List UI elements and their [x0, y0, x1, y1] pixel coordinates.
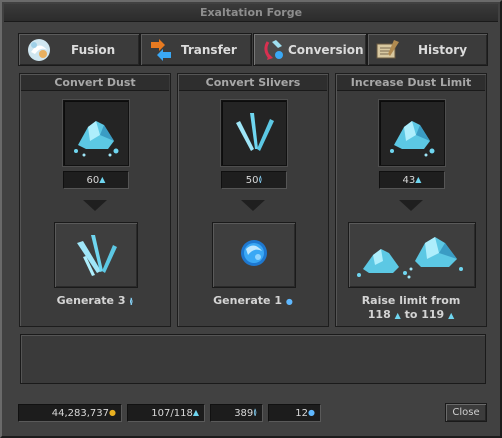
- limit-from-value: 118: [367, 308, 391, 321]
- dust-input-slot[interactable]: [63, 100, 129, 166]
- increase-limit-panel: Increase Dust Limit 43▲ Raise limit from…: [335, 73, 487, 327]
- down-arrow-icon: [83, 200, 107, 211]
- sliver-value: 389: [234, 408, 254, 419]
- limit-to-word: to: [404, 308, 418, 321]
- tab-conversion-label: Conversion: [288, 43, 364, 57]
- sliver-output-slot: [54, 222, 138, 288]
- gold-coin-icon: ●: [109, 408, 116, 417]
- increase-limit-line2: 118 ▲ to 119 ▲: [336, 308, 486, 321]
- core-counter: 12●: [268, 404, 321, 422]
- tab-transfer-label: Transfer: [181, 43, 237, 57]
- sliver-icon: [77, 235, 117, 276]
- convert-slivers-action-text: Generate 1: [213, 294, 282, 307]
- transfer-icon: [151, 39, 171, 61]
- limit-cost-box: 43▲: [379, 171, 445, 189]
- dust-cost-value: 60: [86, 175, 100, 186]
- dust-icon: ▲: [415, 175, 422, 184]
- core-icon: [241, 240, 267, 266]
- convert-dust-title: Convert Dust: [21, 75, 169, 91]
- dust-icon: ▲: [192, 408, 199, 417]
- sliver-icon: [236, 113, 274, 151]
- dust-icon: ▲: [99, 175, 106, 184]
- sliver-icon: ≬: [258, 175, 263, 184]
- tab-history[interactable]: History: [367, 33, 488, 66]
- tab-fusion[interactable]: Fusion: [18, 33, 140, 66]
- convert-dust-action-text: Generate 3: [56, 294, 126, 307]
- gold-value: 44,283,737: [51, 408, 110, 419]
- dust-cost-box: 60▲: [63, 171, 129, 189]
- dust-icon: ▲: [448, 310, 455, 320]
- down-arrow-icon: [241, 200, 265, 211]
- sliver-icon: ≬: [129, 296, 134, 306]
- tab-history-label: History: [418, 43, 468, 57]
- fusion-icon: [28, 39, 50, 61]
- tab-fusion-label: Fusion: [71, 43, 116, 57]
- increase-limit-action[interactable]: Raise limit from 118 ▲ to 119 ▲: [336, 294, 486, 321]
- sliver-input-slot[interactable]: [221, 100, 287, 166]
- sliver-icon: ≬: [253, 408, 257, 417]
- sliver-cost-value: 50: [245, 175, 259, 186]
- history-icon: [376, 40, 399, 59]
- tab-conversion[interactable]: Conversion: [253, 33, 367, 66]
- core-value: 12: [295, 408, 309, 419]
- limit-cost-value: 43: [402, 175, 416, 186]
- conversion-icon: [264, 40, 283, 60]
- tab-transfer[interactable]: Transfer: [140, 33, 252, 66]
- sliver-counter: 389≬: [210, 404, 263, 422]
- convert-dust-panel: Convert Dust 60▲ Generate 3 ≬: [19, 73, 171, 327]
- core-icon: ●: [308, 408, 315, 417]
- window-title: Exaltation Forge: [4, 4, 498, 22]
- dust-value: 107/118: [151, 408, 193, 419]
- down-arrow-icon: [399, 200, 423, 211]
- convert-slivers-panel: Convert Slivers 50≬ Generate 1 ●: [177, 73, 329, 327]
- sliver-cost-box: 50≬: [221, 171, 287, 189]
- limit-to-value: 119: [421, 308, 445, 321]
- dust-icon: [74, 121, 119, 157]
- convert-dust-action[interactable]: Generate 3 ≬: [20, 294, 170, 307]
- core-output-slot: [212, 222, 296, 288]
- dust-pile-icon: [357, 237, 463, 279]
- info-panel: [20, 334, 486, 384]
- dust-pile-output-slot: [348, 222, 476, 288]
- increase-limit-title: Increase Dust Limit: [337, 75, 485, 91]
- gold-counter: 44,283,737●: [18, 404, 122, 422]
- dust-counter: 107/118▲: [127, 404, 205, 422]
- convert-slivers-title: Convert Slivers: [179, 75, 327, 91]
- core-icon: ●: [285, 296, 293, 306]
- limit-input-slot[interactable]: [379, 100, 445, 166]
- increase-limit-line1: Raise limit from: [361, 294, 461, 307]
- dust-icon: ▲: [394, 310, 401, 320]
- convert-slivers-action[interactable]: Generate 1 ●: [178, 294, 328, 307]
- exaltation-forge-window: Exaltation Forge Fusion Transfer Convers…: [0, 0, 502, 438]
- dust-icon: [390, 121, 435, 157]
- close-button[interactable]: Close: [445, 403, 487, 422]
